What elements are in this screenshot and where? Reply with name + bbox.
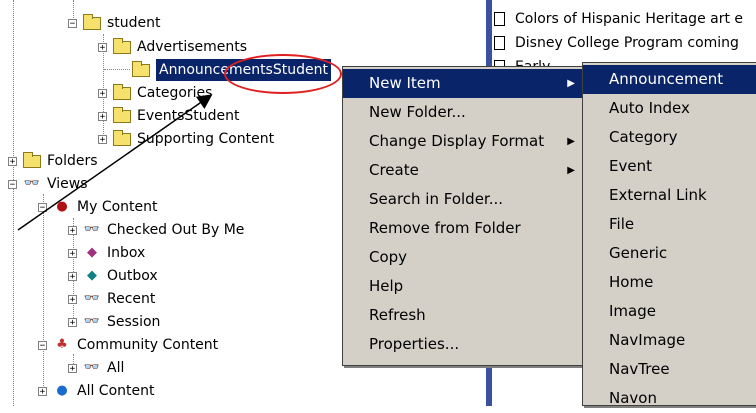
annotation-arrow [17, 94, 213, 231]
